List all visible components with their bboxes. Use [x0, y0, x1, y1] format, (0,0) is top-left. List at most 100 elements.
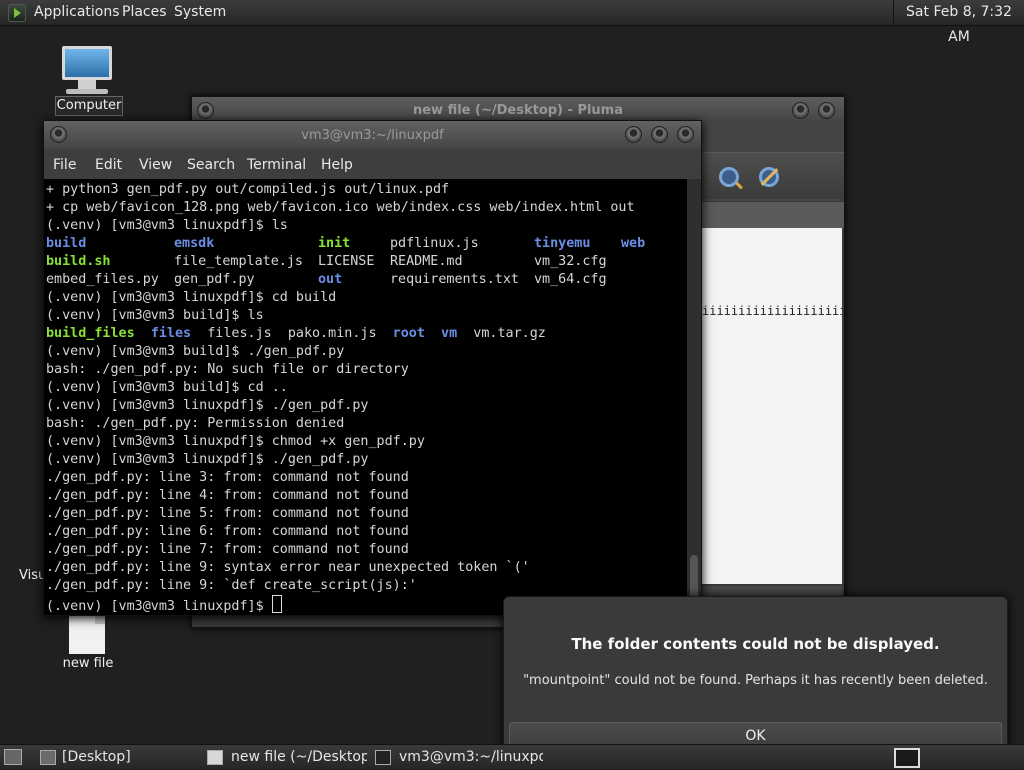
- terminal-line: ./gen_pdf.py: line 3: from: command not …: [46, 469, 635, 487]
- pluma-tab-bar[interactable]: [697, 202, 844, 228]
- task-label: vm3@vm3:~/linuxpdf: [399, 749, 543, 765]
- desktop-icon-label: new file: [62, 656, 114, 671]
- terminal-line-text: ./gen_pdf.py: line 9: syntax error near …: [46, 560, 530, 575]
- terminal-line-text: bash: ./gen_pdf.py: No such file or dire…: [46, 362, 409, 377]
- ls-entry: tinyemu: [534, 236, 591, 251]
- show-desktop-icon[interactable]: [4, 749, 22, 765]
- close-button[interactable]: [677, 126, 694, 143]
- terminal-line: bash: ./gen_pdf.py: No such file or dire…: [46, 361, 635, 379]
- clock[interactable]: Sat Feb 8, 7:32 AM: [893, 0, 1024, 45]
- terminal-line: ./gen_pdf.py: line 7: from: command not …: [46, 541, 635, 559]
- terminal-line: ./gen_pdf.py: line 6: from: command not …: [46, 523, 635, 541]
- mate-logo-icon[interactable]: [8, 4, 26, 22]
- terminal-line: (.venv) [vm3@vm3 linuxpdf]$ cd build: [46, 289, 635, 307]
- pluma-editor[interactable]: iiiiiiiiiiiiiiiiiiii: [702, 228, 842, 584]
- terminal-line: (.venv) [vm3@vm3 linuxpdf]$ chmod +x gen…: [46, 433, 635, 451]
- search-icon[interactable]: [719, 167, 739, 187]
- ls-entry: files: [150, 326, 192, 341]
- maximize-button[interactable]: [651, 126, 668, 143]
- ls-entry: emsdk: [174, 236, 215, 251]
- terminal-line-text: ./gen_pdf.py: line 6: from: command not …: [46, 524, 409, 539]
- terminal-line: (.venv) [vm3@vm3 linuxpdf]$ ./gen_pdf.py: [46, 397, 635, 415]
- terminal-line-text: ./gen_pdf.py: line 5: from: command not …: [46, 506, 409, 521]
- menu-file[interactable]: File: [53, 149, 76, 181]
- terminal-line-text: ./gen_pdf.py: line 4: from: command not …: [46, 488, 409, 503]
- dialog-title: The folder contents could not be display…: [571, 635, 940, 653]
- window-menu-button[interactable]: [50, 126, 67, 143]
- terminal-lines: + python3 gen_pdf.py out/compiled.js out…: [46, 181, 645, 614]
- desktop-icon-label: Computer: [55, 96, 123, 116]
- terminal-line-text: (.venv) [vm3@vm3 linuxpdf]$ ./gen_pdf.py: [46, 398, 369, 413]
- terminal-line: build emsdk init pdflinux.js tinyemu web: [46, 235, 645, 253]
- ls-entry: README.md: [390, 254, 463, 269]
- terminal-line: bash: ./gen_pdf.py: Permission denied: [46, 415, 635, 433]
- terminal-line: (.venv) [vm3@vm3 linuxpdf]$ ls: [46, 217, 635, 235]
- task-label: new file (~/Desktop...: [231, 749, 367, 765]
- menu-view[interactable]: View: [139, 149, 172, 181]
- minimize-button[interactable]: [625, 126, 642, 143]
- terminal-line: (.venv) [vm3@vm3 linuxpdf]$ ./gen_pdf.py: [46, 451, 635, 469]
- menu-terminal[interactable]: Terminal: [247, 149, 306, 181]
- window-menu-button[interactable]: [197, 102, 214, 119]
- monitor-base: [66, 89, 108, 94]
- search-replace-icon[interactable]: [759, 167, 779, 187]
- taskbar-item-terminal[interactable]: vm3@vm3:~/linuxpdf: [373, 745, 543, 769]
- terminal-scrollbar[interactable]: [687, 179, 701, 615]
- terminal-line: ./gen_pdf.py: line 9: `def create_script…: [46, 577, 635, 595]
- ls-entry: vm_32.cfg: [534, 254, 607, 269]
- ls-entry: [425, 326, 441, 341]
- ls-entry: init: [318, 236, 351, 251]
- taskbar-item-pluma[interactable]: new file (~/Desktop...: [205, 745, 367, 769]
- terminal-line-text: (.venv) [vm3@vm3 linuxpdf]$ cd build: [46, 290, 337, 305]
- terminal-line-text: + python3 gen_pdf.py out/compiled.js out…: [46, 182, 450, 197]
- terminal-line-text: (.venv) [vm3@vm3 build]$ ls: [46, 308, 264, 323]
- taskbar-item-desktop[interactable]: [Desktop]: [36, 745, 196, 769]
- folder-icon: [40, 750, 56, 765]
- menu-help[interactable]: Help: [321, 149, 353, 181]
- terminal-line: (.venv) [vm3@vm3 build]$ ls: [46, 307, 635, 325]
- terminal-line-text: (.venv) [vm3@vm3 linuxpdf]$ ./gen_pdf.py: [46, 452, 369, 467]
- ls-entry: gen_pdf.py: [174, 272, 255, 287]
- terminal-line: build.sh file_template.js LICENSE README.md…: [46, 253, 635, 271]
- ls-entry: root: [392, 326, 425, 341]
- terminal-menubar: File Edit View Search Terminal Help: [44, 149, 701, 179]
- text-editor-icon: [207, 750, 223, 765]
- task-label: [Desktop]: [62, 749, 131, 765]
- dialog-message: "mountpoint" could not be found. Perhaps…: [523, 673, 988, 688]
- window-title: vm3@vm3:~/linuxpdf: [301, 128, 444, 143]
- menu-applications[interactable]: Applications: [34, 0, 120, 25]
- terminal-line-text: ./gen_pdf.py: line 7: from: command not …: [46, 542, 409, 557]
- terminal-output[interactable]: + python3 gen_pdf.py out/compiled.js out…: [44, 179, 687, 615]
- ls-entry: vm_64.cfg: [534, 272, 607, 287]
- ls-entry: pdflinux.js: [390, 236, 479, 251]
- ls-entry: out: [318, 272, 343, 287]
- terminal-titlebar[interactable]: vm3@vm3:~/linuxpdf: [44, 121, 701, 149]
- terminal-line-text: ./gen_pdf.py: line 9: `def create_script…: [46, 578, 417, 593]
- terminal-line: build_files files files.js pako.min.js r…: [46, 325, 635, 343]
- ls-entry: files.js pako.min.js: [191, 326, 393, 341]
- terminal-line: + python3 gen_pdf.py out/compiled.js out…: [46, 181, 635, 199]
- workspace-switcher[interactable]: [894, 748, 920, 768]
- editor-text: iiiiiiiiiiiiiiiiiiii: [702, 304, 842, 318]
- menu-places[interactable]: Places: [122, 0, 167, 25]
- menu-search[interactable]: Search: [187, 149, 235, 181]
- menu-edit[interactable]: Edit: [95, 149, 122, 181]
- ls-entry: requirements.txt: [390, 272, 519, 287]
- clock-text: Sat Feb 8, 7:32 AM: [906, 4, 1012, 45]
- terminal-line-text: (.venv) [vm3@vm3 linuxpdf]$ chmod +x gen…: [46, 434, 425, 449]
- terminal-line-text: ./gen_pdf.py: line 3: from: command not …: [46, 470, 409, 485]
- top-panel: Applications Places System Sat Feb 8, 7:…: [0, 0, 1024, 45]
- ls-entry: vm.tar.gz: [457, 326, 546, 341]
- ls-entry: build_files: [46, 326, 135, 341]
- terminal-line: (.venv) [vm3@vm3 build]$ cd ..: [46, 379, 635, 397]
- ls-entry: build: [46, 236, 87, 251]
- ls-entry: file_template.js: [174, 254, 303, 269]
- maximize-button[interactable]: [818, 102, 835, 119]
- ls-entry: vm: [441, 326, 458, 341]
- minimize-button[interactable]: [792, 102, 809, 119]
- terminal-line-text: (.venv) [vm3@vm3 build]$ ./gen_pdf.py: [46, 344, 345, 359]
- pluma-toolbar: [697, 152, 844, 199]
- menu-system[interactable]: System: [174, 0, 226, 25]
- terminal-line: (.venv) [vm3@vm3 build]$ ./gen_pdf.py: [46, 343, 635, 361]
- bottom-panel: [Desktop] new file (~/Desktop... vm3@vm3…: [0, 744, 1024, 769]
